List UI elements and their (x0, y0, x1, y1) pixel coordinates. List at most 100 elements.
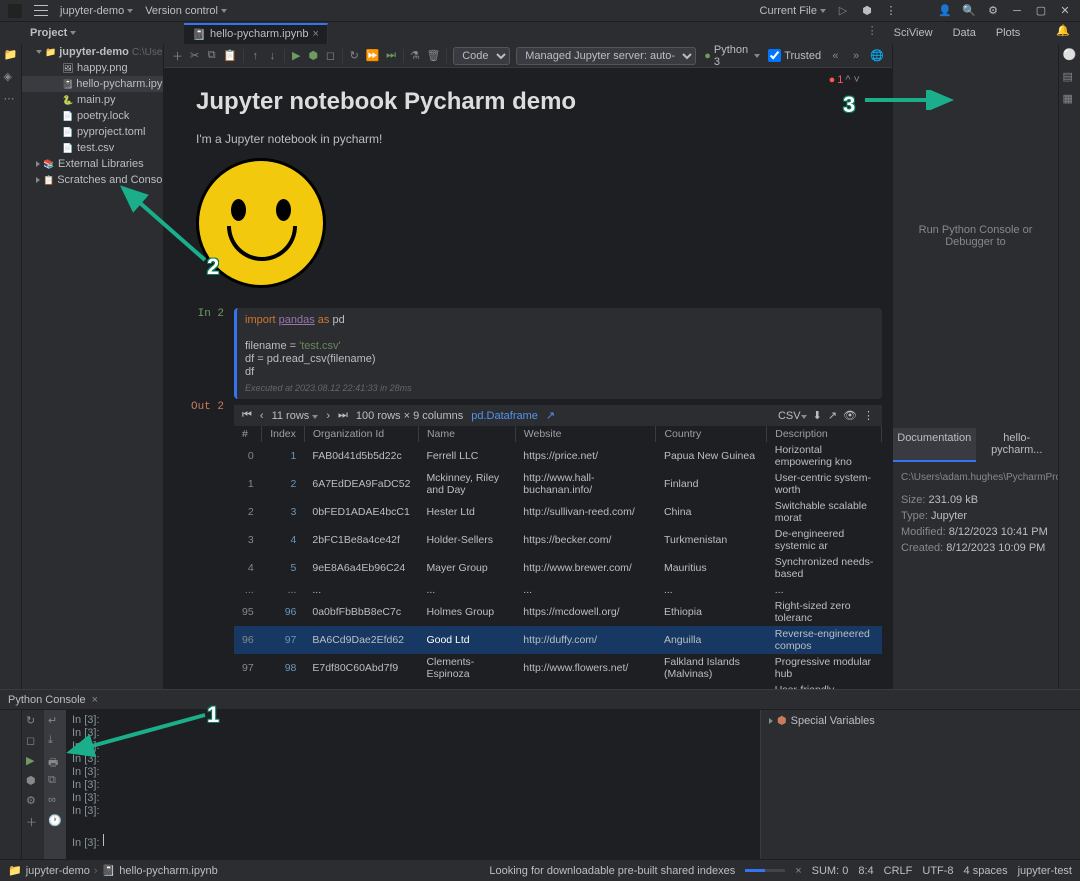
status-line-ending[interactable]: CRLF (884, 865, 913, 877)
rerun-icon[interactable]: ↻ (26, 714, 40, 728)
console-history[interactable]: In [3]:In [3]:In [3]:In [3]:In [3]:In [3… (66, 710, 760, 859)
dataframe-table[interactable]: #IndexOrganization IdNameWebsiteCountryD… (234, 426, 882, 689)
soft-wrap-icon[interactable]: ↵ (48, 714, 62, 728)
new-console-icon[interactable]: ＋ (26, 814, 40, 828)
close-console-icon[interactable]: × (92, 694, 98, 706)
structure-tw-icon[interactable]: ⋯ (4, 92, 18, 106)
move-up-icon[interactable]: ↑ (250, 49, 261, 63)
table-row[interactable]: 01FAB0d41d5b5d22cFerrell LLChttps://pric… (234, 442, 882, 470)
trusted-checkbox[interactable] (768, 49, 781, 62)
main-menu-icon[interactable] (34, 4, 48, 18)
kernel-badge[interactable]: ●Python 3 (704, 44, 760, 68)
run-above-icon[interactable]: ⏭ (386, 49, 397, 63)
debug-cell-icon[interactable]: ⬢ (308, 49, 319, 63)
view-icon[interactable]: 👁 (843, 409, 857, 422)
error-badge[interactable]: ● 1 ^ ˅ (829, 74, 860, 86)
pager-next-icon[interactable]: › (326, 410, 330, 422)
status-encoding[interactable]: UTF-8 (922, 865, 953, 877)
tab-data[interactable]: Data (949, 24, 980, 42)
table-row[interactable]: 230bFED1ADAE4bcC1Hester Ltdhttp://sulliv… (234, 498, 882, 526)
version-control-dropdown[interactable]: Version control (145, 5, 227, 17)
restart-icon[interactable]: ↻ (349, 49, 360, 63)
open-external-icon[interactable]: ↗ (828, 409, 837, 422)
run-cell-icon[interactable]: ▶ (291, 49, 302, 63)
tree-file[interactable]: 📓hello-pycharm.ipynb (22, 76, 163, 92)
notifications-icon[interactable]: 🔔 (1056, 24, 1070, 42)
project-dropdown[interactable]: jupyter-demo (60, 5, 133, 17)
sciview-tw-icon[interactable]: ▦ (1063, 92, 1077, 106)
code-cell[interactable]: import pandas as pd filename = 'test.csv… (234, 308, 882, 399)
cell-type-select[interactable]: Code (453, 47, 510, 65)
pager-rows[interactable]: 11 rows (272, 410, 319, 422)
expand-icon[interactable]: » (850, 49, 863, 63)
tree-file[interactable]: 🐍main.py (22, 92, 163, 108)
add-cell-icon[interactable]: ＋ (172, 49, 183, 63)
status-interpreter[interactable]: jupyter-test (1018, 865, 1072, 877)
settings-icon[interactable]: ⚙ (986, 4, 1000, 18)
pager-first-icon[interactable]: ⏮ (242, 409, 252, 422)
table-row[interactable]: 95960a0bfFbBbB8eC7cHolmes Grouphttps://m… (234, 598, 882, 626)
download-icon[interactable]: ⬇ (813, 409, 822, 422)
project-tree[interactable]: 📁jupyter-demo C:\Users\ada... 🖼happy.png… (22, 44, 164, 689)
more-icon[interactable]: ⋮ (884, 4, 898, 18)
breadcrumb[interactable]: 📁jupyter-demo › 📓hello-pycharm.ipynb (8, 864, 218, 877)
table-row[interactable]: 9697BA6Cd9Dae2Efd62Good Ltdhttp://duffy.… (234, 626, 882, 654)
stop-icon[interactable]: ◻ (325, 49, 336, 63)
df-type-link[interactable]: pd.Dataframe (471, 410, 538, 422)
project-toolwindow-label[interactable]: Project (22, 27, 84, 39)
database-tw-icon[interactable]: ▤ (1063, 70, 1077, 84)
move-down-icon[interactable]: ↓ (267, 49, 278, 63)
maximize-icon[interactable]: ▢ (1034, 4, 1048, 18)
print-icon[interactable]: 🖶 (48, 754, 62, 768)
df-more-icon[interactable]: ⋮ (863, 409, 874, 422)
tree-ext-libs[interactable]: External Libraries (58, 158, 144, 170)
tree-scratches[interactable]: Scratches and Consoles (57, 174, 164, 186)
account-icon[interactable]: 👤 (938, 4, 952, 18)
run-icon[interactable]: ▷ (836, 4, 850, 18)
paste-cell-icon[interactable]: 📋 (223, 49, 237, 63)
trusted-badge[interactable]: Trusted (768, 49, 821, 62)
debug-icon[interactable]: ⬢ (860, 4, 874, 18)
tree-file[interactable]: 📄test.csv (22, 140, 163, 156)
table-header[interactable]: Country (656, 426, 767, 442)
clear-outputs-icon[interactable]: ⚗ (409, 49, 420, 63)
cut-cell-icon[interactable]: ✂ (189, 49, 200, 63)
special-variables[interactable]: ⬢ Special Variables (769, 714, 1072, 727)
attach-debugger-icon[interactable]: ⬢ (26, 774, 40, 788)
close-tab-icon[interactable]: × (312, 28, 318, 40)
tree-file[interactable]: 📄poetry.lock (22, 108, 163, 124)
table-header[interactable]: Website (515, 426, 656, 442)
project-tw-icon[interactable]: 📁 (4, 48, 18, 62)
close-status-icon[interactable]: × (795, 865, 801, 877)
minimize-icon[interactable]: ─ (1010, 4, 1024, 18)
status-position[interactable]: 8:4 (858, 865, 873, 877)
run-all-icon[interactable]: ⏩ (366, 49, 380, 63)
tree-root[interactable]: jupyter-demo (59, 46, 129, 58)
tab-plots[interactable]: Plots (992, 24, 1024, 42)
tree-file[interactable]: 📄pyproject.toml (22, 124, 163, 140)
table-row[interactable]: ..................... (234, 582, 882, 598)
pager-last-icon[interactable]: ⏭ (338, 409, 348, 422)
table-header[interactable]: # (234, 426, 262, 442)
server-select[interactable]: Managed Jupyter server: auto-start (516, 47, 696, 65)
settings-console-icon[interactable]: ⚙ (26, 794, 40, 808)
close-window-icon[interactable]: ✕ (1058, 4, 1072, 18)
delete-cell-icon[interactable]: 🗑 (426, 49, 440, 63)
table-header[interactable]: Name (418, 426, 515, 442)
table-header[interactable]: Description (767, 426, 882, 442)
run-console-icon[interactable]: ▶ (26, 754, 40, 768)
table-header[interactable]: Organization Id (304, 426, 418, 442)
tree-file[interactable]: 🖼happy.png (22, 60, 163, 76)
notifications-tw-icon[interactable]: ⚪ (1063, 48, 1077, 62)
editor-more-icon[interactable]: ⋮ (867, 24, 878, 42)
history-browse-icon[interactable]: ⧉ (48, 774, 62, 788)
console-title[interactable]: Python Console (8, 694, 86, 706)
commit-tw-icon[interactable]: ◈ (4, 70, 18, 84)
tab-file[interactable]: hello-pycharm... (976, 428, 1059, 462)
pager-prev-icon[interactable]: ‹ (260, 410, 264, 422)
run-config-dropdown[interactable]: Current File (760, 5, 826, 17)
variables-icon[interactable]: ∞ (48, 794, 62, 808)
export-csv[interactable]: CSV (778, 410, 807, 422)
scroll-end-icon[interactable]: ⤓ (48, 734, 62, 748)
stop-console-icon[interactable]: ◻ (26, 734, 40, 748)
